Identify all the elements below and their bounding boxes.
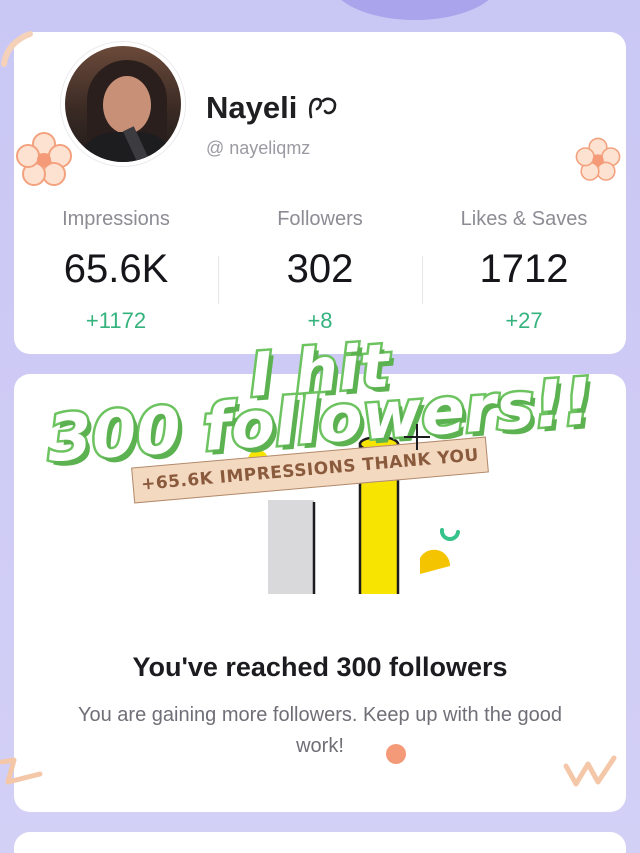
illustration-arc-green	[439, 528, 460, 542]
flower-decoration-icon	[16, 132, 72, 186]
avatar[interactable]	[61, 42, 185, 166]
milestone-subtitle: You are gaining more followers. Keep up …	[77, 704, 563, 757]
bar-gray	[268, 500, 314, 594]
squiggle-decoration-icon	[1, 31, 33, 67]
stats-row: Impressions 65.6K +1172 Followers 302 +8…	[14, 208, 626, 334]
stat-delta: +1172	[85, 308, 147, 333]
verified-badge-icon	[309, 97, 337, 119]
squiggle-decoration-icon	[563, 755, 617, 787]
top-decoration-blob	[330, 0, 500, 20]
next-card	[14, 832, 626, 853]
stat-impressions[interactable]: Impressions 65.6K +1172	[14, 208, 218, 334]
profile-name: Nayeli	[206, 90, 298, 125]
milestone-title: You've reached 300 followers	[132, 652, 508, 682]
stat-followers[interactable]: Followers 302 +8	[218, 208, 422, 334]
profile-card: Nayeli @ nayeliqmz Impressions 65.6K +11…	[14, 32, 626, 354]
stat-value: 1712	[479, 247, 569, 291]
stat-label: Likes & Saves	[460, 208, 588, 230]
stat-label: Impressions	[62, 208, 170, 230]
profile-handle: @ nayeliqmz	[206, 138, 311, 158]
stat-value: 302	[286, 247, 354, 291]
orange-dot	[386, 744, 406, 764]
sparkle-icon	[404, 424, 430, 450]
flower-decoration-icon	[575, 137, 621, 181]
name-row: Nayeli	[206, 90, 345, 126]
stat-label: Followers	[277, 208, 363, 230]
squiggle-decoration-icon	[0, 757, 43, 785]
stat-likes-saves[interactable]: Likes & Saves 1712 +27	[422, 208, 626, 334]
stat-value: 65.6K	[63, 247, 169, 291]
illustration-halfcircle	[420, 549, 451, 574]
